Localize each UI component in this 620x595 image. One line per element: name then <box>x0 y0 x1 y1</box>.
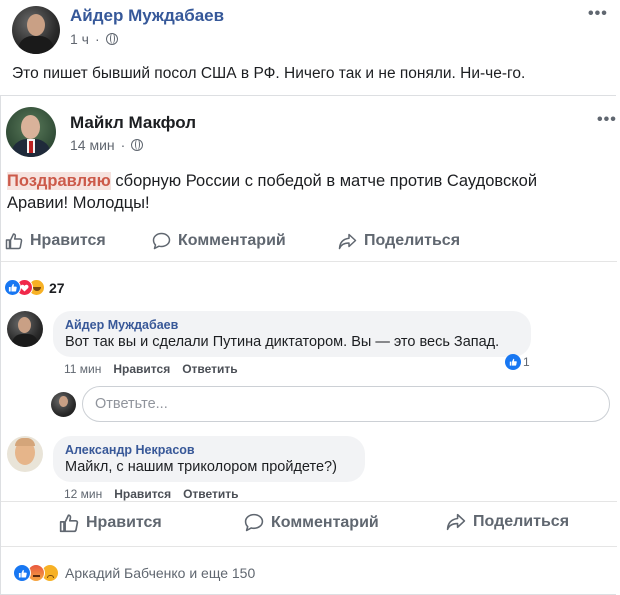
comment-actions: 11 мин Нравится Ответить <box>64 362 238 376</box>
share-icon <box>446 513 466 531</box>
comment-actions: 12 мин Нравится Ответить <box>64 487 239 501</box>
comment-reactions[interactable]: 1 <box>505 354 530 370</box>
like-label: Нравится <box>30 232 106 249</box>
comment-reply-link[interactable]: Ответить <box>182 362 237 376</box>
post-author[interactable]: Айдер Муждабаев <box>70 6 224 26</box>
post-text: Это пишет бывший посол США в РФ. Ничего … <box>12 65 526 82</box>
outer-share-label: Поделиться <box>473 513 570 530</box>
outer-like-label: Нравится <box>86 514 162 531</box>
more-options-icon[interactable]: ••• <box>597 111 617 129</box>
outer-share-button[interactable]: Поделиться <box>446 513 569 531</box>
like-button[interactable]: Нравится <box>5 232 106 250</box>
comment-like-link[interactable]: Нравится <box>114 487 171 501</box>
share-label: Поделиться <box>364 232 461 249</box>
comment-time[interactable]: 11 мин <box>64 362 101 376</box>
divider <box>1 546 617 547</box>
share-button[interactable]: Поделиться <box>338 232 460 250</box>
comment-bubble: Александр Некрасов Майкл, с нашим трикол… <box>53 436 365 482</box>
like-icon <box>4 279 21 296</box>
shared-post-card: Майкл Макфол 14 мин · ••• Поздравляю сбо… <box>0 95 617 595</box>
shared-author-avatar[interactable] <box>6 107 56 157</box>
like-icon <box>505 354 521 370</box>
post-meta: 1 ч · <box>70 31 118 47</box>
globe-icon <box>131 139 144 151</box>
comment-like-link[interactable]: Нравится <box>113 362 170 376</box>
my-avatar <box>51 392 76 417</box>
outer-comment-button[interactable]: Комментарий <box>244 513 379 532</box>
thumbs-up-icon <box>5 233 23 250</box>
thumbs-up-icon <box>59 514 79 533</box>
shared-post-time[interactable]: 14 мин <box>70 137 115 153</box>
outer-like-button[interactable]: Нравится <box>59 513 162 533</box>
outer-comment-label: Комментарий <box>271 513 379 531</box>
comment-icon <box>152 232 171 250</box>
commenter-avatar[interactable] <box>7 311 43 347</box>
commenter-avatar[interactable] <box>7 436 43 472</box>
reactions-summary[interactable]: 27 <box>4 279 65 299</box>
shared-post-text: Поздравляю сборную России с победой в ма… <box>7 172 538 212</box>
highlight-word: Поздравляю <box>7 172 111 190</box>
comment-icon <box>244 513 264 532</box>
reply-input[interactable]: Ответьте... <box>82 386 610 422</box>
comment-text: Вот так вы и сделали Путина диктатором. … <box>65 334 500 350</box>
reply-placeholder: Ответьте... <box>95 396 168 412</box>
comment-author[interactable]: Айдер Муждабаев <box>65 318 519 332</box>
shared-post-meta: 14 мин · <box>70 137 144 153</box>
comment-label: Комментарий <box>178 232 286 249</box>
shared-post-author[interactable]: Майкл Макфол <box>70 113 196 133</box>
post-time[interactable]: 1 ч <box>70 31 89 47</box>
globe-icon <box>105 33 118 45</box>
divider <box>1 261 617 262</box>
more-options-icon[interactable]: ••• <box>588 5 608 23</box>
comment-reaction-count: 1 <box>523 355 530 369</box>
comment-bubble: Айдер Муждабаев Вот так вы и сделали Пут… <box>53 311 531 357</box>
outer-reactions-text[interactable]: Аркадий Бабченко и еще 150 <box>65 565 255 581</box>
comment-text: Майкл, с нашим триколором пройдете?) <box>65 459 337 475</box>
comment-time[interactable]: 12 мин <box>64 487 102 501</box>
author-avatar[interactable] <box>12 6 60 54</box>
like-icon <box>13 564 31 582</box>
reactions-count: 27 <box>49 280 65 296</box>
comment-button[interactable]: Комментарий <box>152 232 286 250</box>
comment-author[interactable]: Александр Некрасов <box>65 443 353 457</box>
comment-reply-link[interactable]: Ответить <box>183 487 238 501</box>
outer-reactions-summary[interactable]: Аркадий Бабченко и еще 150 <box>13 564 333 584</box>
share-icon <box>338 233 357 249</box>
divider <box>1 501 617 502</box>
